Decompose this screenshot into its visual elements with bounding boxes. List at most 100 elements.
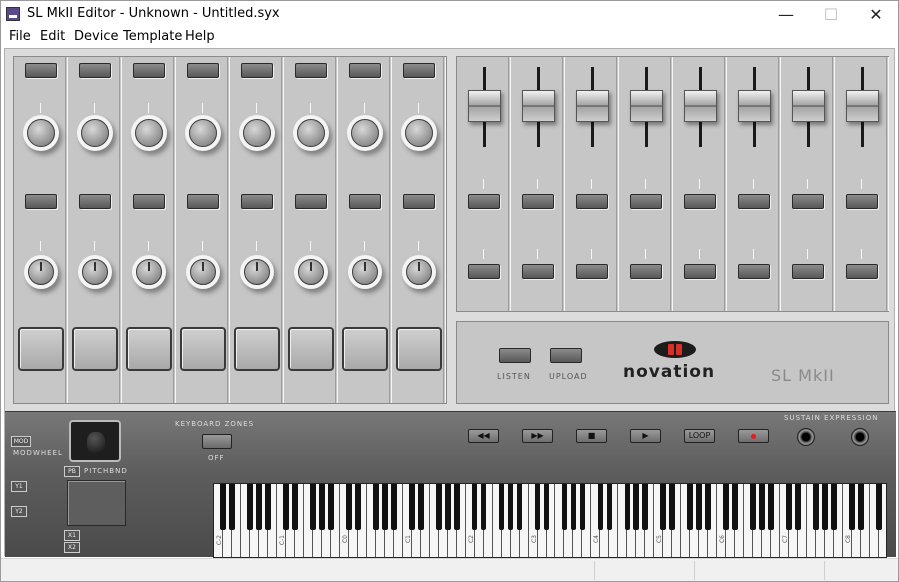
black-key[interactable] — [516, 484, 523, 530]
maximize-button[interactable]: ☐ — [808, 1, 854, 28]
black-key[interactable] — [220, 484, 226, 530]
drum-pad[interactable] — [180, 327, 226, 371]
black-key[interactable] — [822, 484, 828, 530]
black-key[interactable] — [417, 484, 424, 530]
black-key[interactable] — [247, 484, 253, 530]
black-key[interactable] — [813, 484, 819, 530]
fader-cap[interactable] — [468, 90, 501, 122]
black-key[interactable] — [669, 484, 676, 530]
black-key[interactable] — [292, 484, 298, 530]
minimize-button[interactable]: — — [763, 1, 809, 28]
black-key[interactable] — [570, 484, 577, 530]
rewind-button[interactable]: ◀◀ — [468, 429, 499, 443]
menu-edit[interactable]: Edit — [40, 29, 65, 44]
black-key[interactable] — [372, 484, 379, 530]
upper-button[interactable] — [792, 194, 824, 209]
pot-knob[interactable] — [402, 255, 436, 289]
top-button[interactable] — [79, 63, 111, 78]
expression-jack[interactable] — [851, 428, 869, 446]
black-key[interactable] — [606, 484, 613, 530]
black-key[interactable] — [750, 484, 757, 530]
rotary-knob[interactable] — [239, 115, 275, 151]
close-button[interactable]: ✕ — [853, 1, 898, 28]
upper-button[interactable] — [846, 194, 878, 209]
fader-cap[interactable] — [576, 90, 609, 122]
lower-button[interactable] — [846, 264, 878, 279]
black-key[interactable] — [283, 484, 289, 530]
lower-button[interactable] — [684, 264, 716, 279]
pot-knob[interactable] — [24, 255, 58, 289]
black-key[interactable] — [561, 484, 568, 530]
black-key[interactable] — [723, 484, 730, 530]
menu-template[interactable]: Template — [123, 29, 182, 44]
black-key[interactable] — [687, 484, 694, 530]
mid-button[interactable] — [295, 194, 327, 209]
mid-button[interactable] — [349, 194, 381, 209]
fader-cap[interactable] — [846, 90, 879, 122]
rotary-knob[interactable] — [347, 115, 383, 151]
stop-button[interactable]: ■ — [576, 429, 607, 443]
record-button[interactable] — [738, 429, 769, 443]
top-button[interactable] — [187, 63, 219, 78]
upper-button[interactable] — [738, 194, 770, 209]
black-key[interactable] — [660, 484, 667, 530]
fader-cap[interactable] — [522, 90, 555, 122]
top-button[interactable] — [295, 63, 327, 78]
loop-button[interactable]: LOOP — [684, 429, 715, 443]
black-key[interactable] — [768, 484, 775, 530]
mid-button[interactable] — [133, 194, 165, 209]
mid-button[interactable] — [79, 194, 111, 209]
lower-button[interactable] — [576, 264, 608, 279]
black-key[interactable] — [390, 484, 397, 530]
drum-pad[interactable] — [234, 327, 280, 371]
mid-button[interactable] — [187, 194, 219, 209]
black-key[interactable] — [759, 484, 766, 530]
black-key[interactable] — [453, 484, 460, 530]
fast-forward-button[interactable]: ▶▶ — [522, 429, 553, 443]
pot-knob[interactable] — [78, 255, 112, 289]
black-key[interactable] — [876, 484, 882, 530]
black-key[interactable] — [444, 484, 451, 530]
rotary-knob[interactable] — [77, 115, 113, 151]
top-button[interactable] — [25, 63, 57, 78]
black-key[interactable] — [543, 484, 550, 530]
pot-knob[interactable] — [348, 255, 382, 289]
listen-button[interactable] — [499, 348, 531, 363]
upper-button[interactable] — [576, 194, 608, 209]
drum-pad[interactable] — [342, 327, 388, 371]
black-key[interactable] — [642, 484, 649, 530]
lower-button[interactable] — [522, 264, 554, 279]
fader-cap[interactable] — [792, 90, 825, 122]
black-key[interactable] — [624, 484, 631, 530]
pot-knob[interactable] — [186, 255, 220, 289]
black-key[interactable] — [696, 484, 703, 530]
black-key[interactable] — [579, 484, 586, 530]
black-key[interactable] — [831, 484, 837, 530]
black-key[interactable] — [732, 484, 739, 530]
upload-button[interactable] — [550, 348, 582, 363]
black-key[interactable] — [327, 484, 334, 530]
rotary-knob[interactable] — [23, 115, 59, 151]
joystick-control[interactable] — [69, 420, 121, 462]
play-button[interactable]: ▶ — [630, 429, 661, 443]
mid-button[interactable] — [25, 194, 57, 209]
upper-button[interactable] — [684, 194, 716, 209]
black-key[interactable] — [229, 484, 235, 530]
drum-pad[interactable] — [126, 327, 172, 371]
black-key[interactable] — [256, 484, 262, 530]
sustain-jack[interactable] — [797, 428, 815, 446]
drum-pad[interactable] — [72, 327, 118, 371]
xy-touchpad[interactable] — [67, 480, 126, 526]
fader-cap[interactable] — [684, 90, 717, 122]
black-key[interactable] — [786, 484, 793, 530]
black-key[interactable] — [795, 484, 801, 530]
black-key[interactable] — [498, 484, 505, 530]
rotary-knob[interactable] — [293, 115, 329, 151]
drum-pad[interactable] — [396, 327, 442, 371]
rotary-knob[interactable] — [185, 115, 221, 151]
black-key[interactable] — [705, 484, 712, 530]
black-key[interactable] — [534, 484, 541, 530]
lower-button[interactable] — [630, 264, 662, 279]
black-key[interactable] — [381, 484, 388, 530]
upper-button[interactable] — [522, 194, 554, 209]
